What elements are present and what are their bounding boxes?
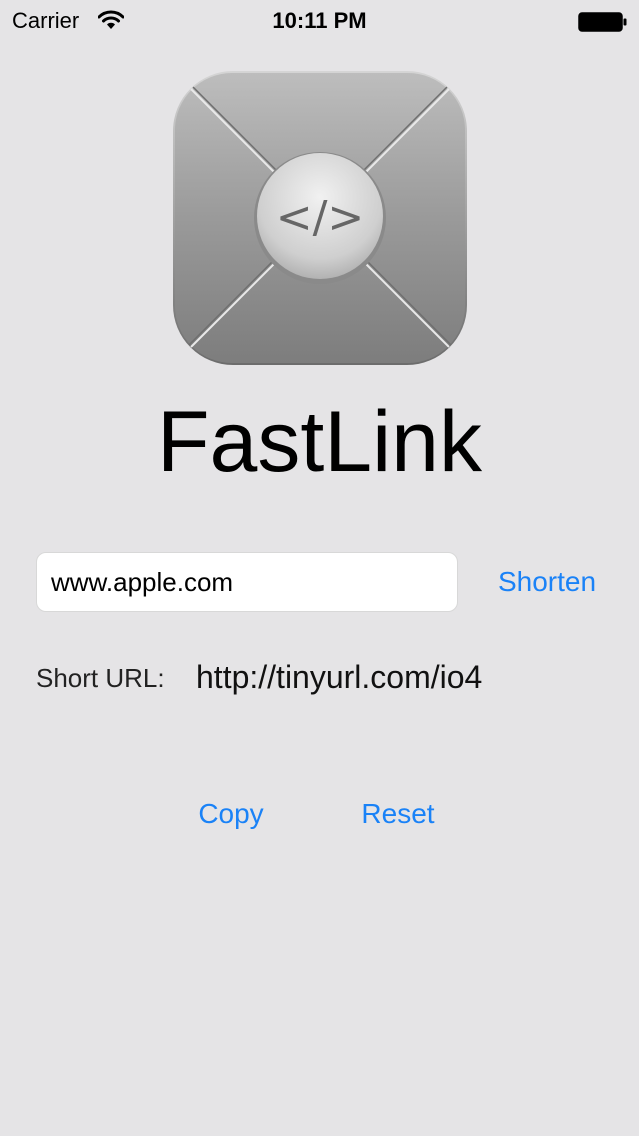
copy-button[interactable]: Copy <box>186 794 276 834</box>
url-input[interactable] <box>36 552 458 612</box>
svg-text:</>: </> <box>276 192 365 243</box>
shorten-button[interactable]: Shorten <box>486 562 608 602</box>
battery-icon <box>578 12 627 32</box>
reset-button[interactable]: Reset <box>352 794 444 834</box>
app-title: FastLink <box>156 394 483 490</box>
short-url-value: http://tinyurl.com/io4 <box>196 659 483 695</box>
status-time: 10:11 PM <box>272 8 367 33</box>
status-bar: Carrier 10:11 PM <box>0 0 639 40</box>
short-url-label: Short URL: <box>36 663 165 693</box>
app-logo-icon: </> <box>173 71 467 365</box>
